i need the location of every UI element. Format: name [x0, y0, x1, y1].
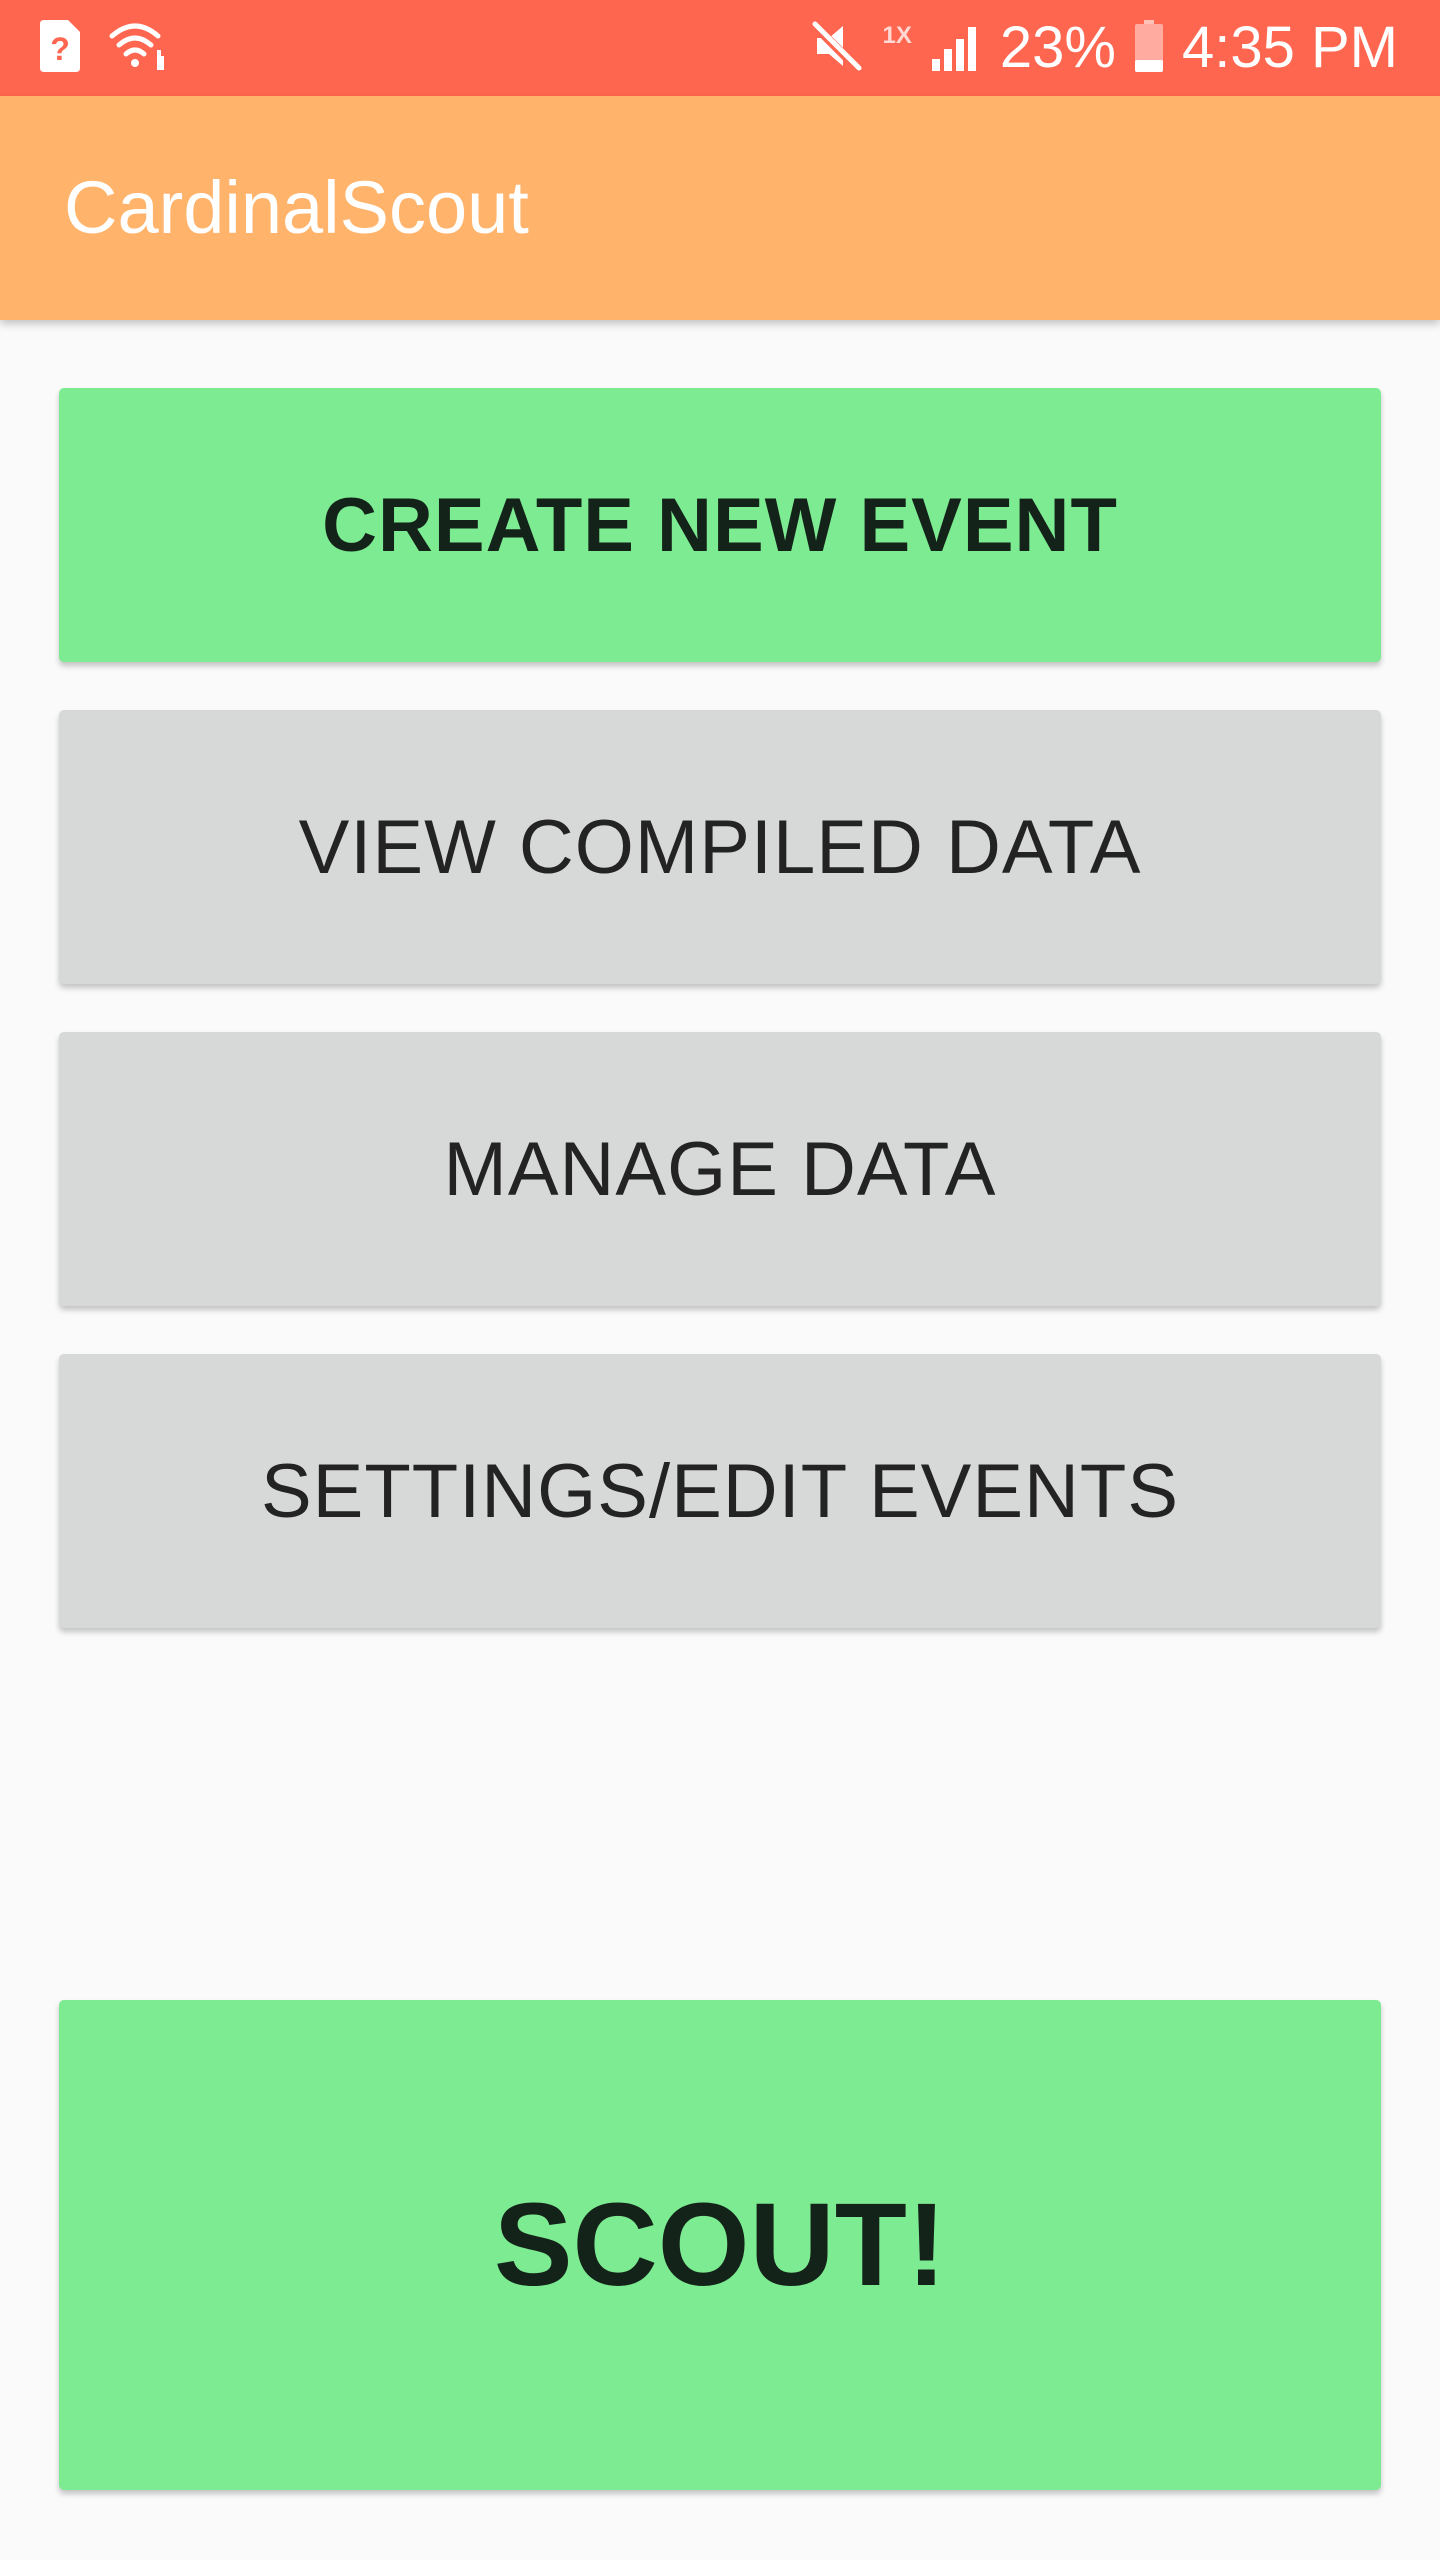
app-bar: CardinalScout	[0, 96, 1440, 320]
create-new-event-button[interactable]: CREATE NEW EVENT	[59, 388, 1381, 662]
scout-button[interactable]: SCOUT!	[59, 2000, 1381, 2490]
battery-icon	[1134, 19, 1164, 77]
create-new-event-label: CREATE NEW EVENT	[322, 482, 1118, 568]
view-compiled-data-button[interactable]: VIEW COMPILED DATA	[59, 710, 1381, 984]
scout-label: SCOUT!	[493, 2179, 947, 2311]
svg-text:?: ?	[50, 31, 70, 67]
speed-indicator: 1X	[882, 22, 912, 49]
status-bar: ? 1X 23% 4:35 PM	[0, 0, 1440, 96]
signal-icon	[930, 21, 982, 76]
view-compiled-data-label: VIEW COMPILED DATA	[298, 804, 1142, 890]
manage-data-label: MANAGE DATA	[443, 1126, 997, 1212]
battery-percent: 23%	[999, 15, 1116, 80]
settings-edit-events-button[interactable]: SETTINGS/EDIT EVENTS	[59, 1354, 1381, 1628]
app-title: CardinalScout	[64, 166, 529, 249]
clock: 4:35 PM	[1182, 15, 1398, 80]
status-right: 1X 23% 4:35 PM	[809, 0, 1398, 96]
settings-edit-events-label: SETTINGS/EDIT EVENTS	[260, 1448, 1180, 1534]
sim-unknown-icon: ?	[40, 19, 80, 77]
wifi-icon	[108, 20, 166, 77]
manage-data-button[interactable]: MANAGE DATA	[59, 1032, 1381, 1306]
mute-icon	[809, 18, 865, 79]
status-left: ?	[40, 0, 166, 96]
